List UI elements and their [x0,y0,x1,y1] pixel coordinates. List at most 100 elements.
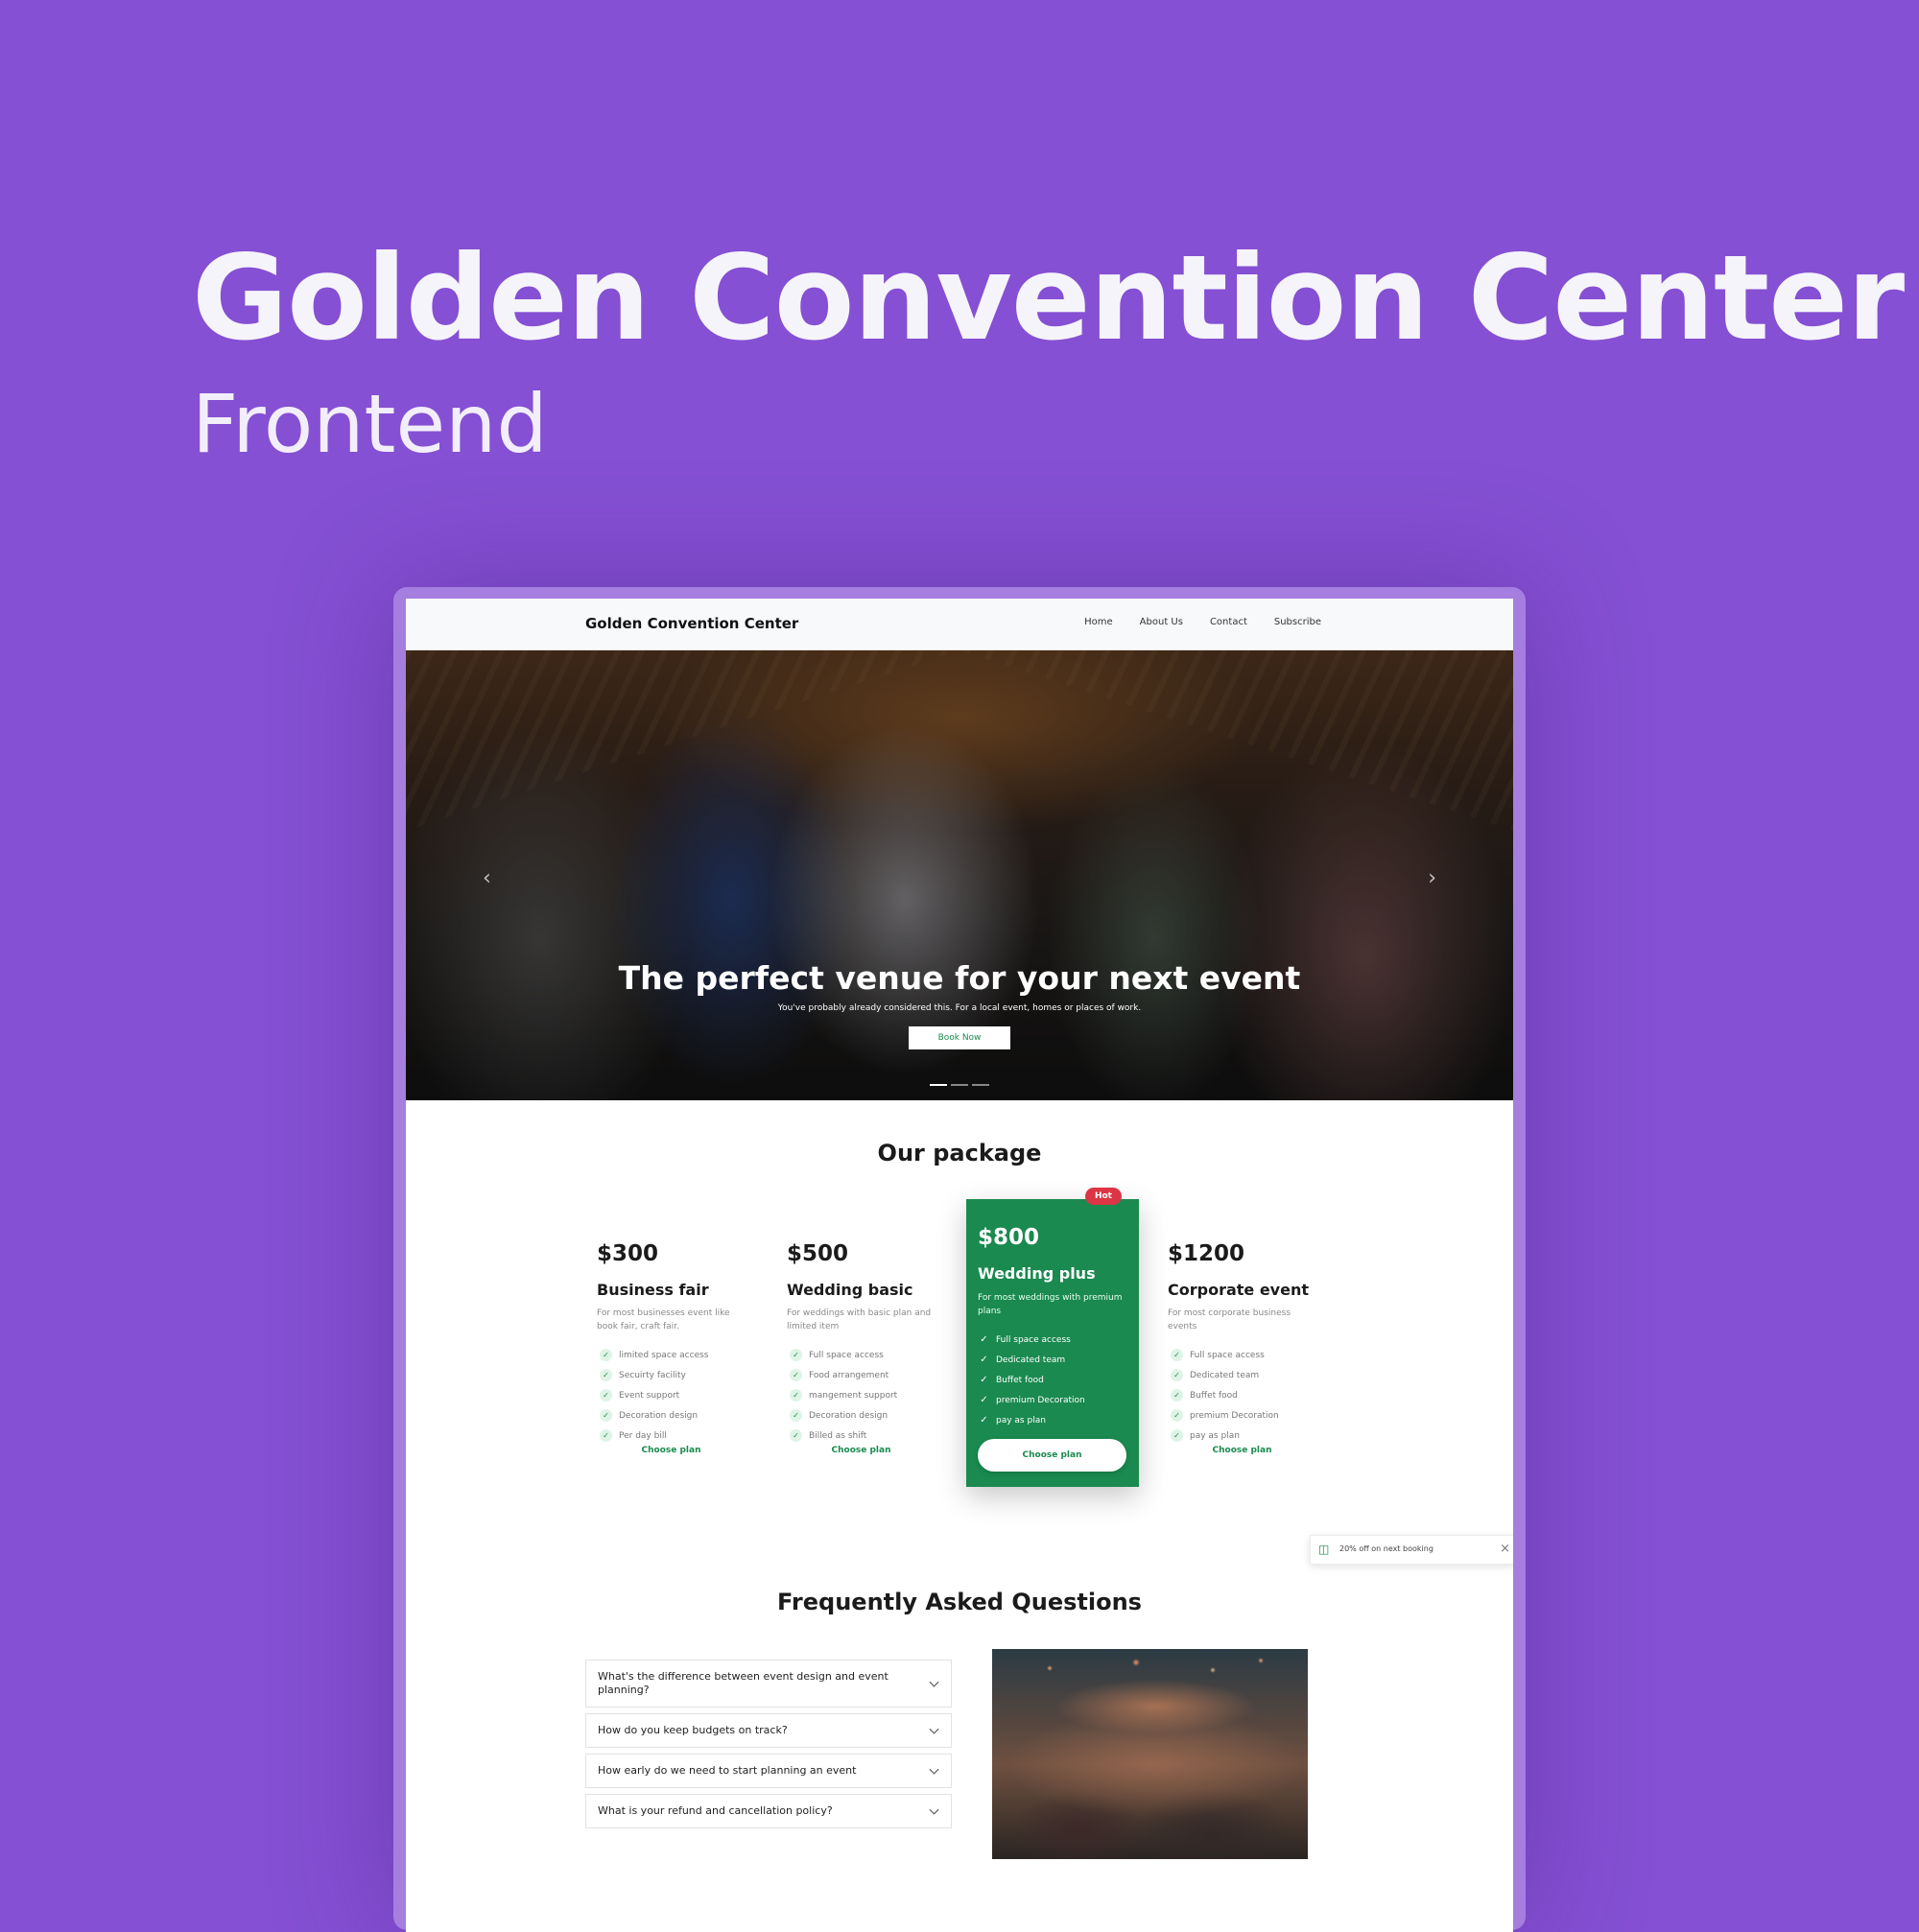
package-name: Corporate event [1168,1281,1309,1299]
nav-link-subscribe[interactable]: Subscribe [1274,617,1321,627]
chevron-down-icon [929,1724,939,1734]
faq-item[interactable]: How early do we need to start planning a… [585,1754,952,1788]
check-icon: ✓ [980,1334,988,1345]
choose-plan-button[interactable]: Choose plan [1168,1446,1316,1455]
package-description: For most corporate business events [1168,1308,1291,1331]
choose-plan-button[interactable]: Choose plan [787,1446,936,1455]
package-name: Wedding plus [978,1264,1096,1283]
package-features: ✓ Full space access ✓ Dedicated team ✓ Buff… [978,1330,1085,1430]
check-icon: ✓ [600,1349,612,1361]
faq-question: How early do we need to start planning a… [598,1764,857,1777]
close-icon[interactable]: × [1500,1542,1510,1556]
hot-badge: Hot [1084,1188,1122,1205]
check-icon: ✓ [790,1369,802,1381]
feature-item: ✓ Dedicated team [1168,1365,1279,1385]
check-icon: ✓ [790,1429,802,1442]
check-icon: ✓ [1171,1429,1183,1442]
faq-question: How do you keep budgets on track? [598,1724,788,1736]
faq-accordion: What's the difference between event desi… [585,1660,952,1834]
feature-item: ✓ pay as plan [1168,1425,1279,1446]
feature-item: ✓ Buffet food [978,1370,1085,1390]
package-features: ✓ limited space access ✓ Secuirty facility… [597,1345,709,1446]
choose-plan-button[interactable]: Choose plan [978,1439,1126,1472]
feature-item: ✓ Secuirty facility [597,1365,709,1385]
feature-item: ✓ mangement support [787,1385,897,1405]
feature-item: ✓ Food arrangement [787,1365,897,1385]
chevron-left-icon[interactable]: ‹ [483,866,491,890]
nav-link-home[interactable]: Home [1084,617,1113,627]
choose-plan-button[interactable]: Choose plan [597,1446,746,1455]
feature-item: ✓ Dedicated team [978,1350,1085,1370]
package-name: Wedding basic [787,1281,913,1299]
check-icon: ✓ [980,1375,988,1385]
package-card-business-fair: $300 Business fair For most businesses e… [585,1201,758,1489]
package-price: $300 [597,1241,659,1266]
discount-toast: ◫ 20% off on next booking × [1310,1535,1513,1565]
package-card-wedding-plus: Hot $800 Wedding plus For most weddings … [966,1188,1139,1487]
feature-item: ✓ Buffet food [1168,1385,1279,1405]
chevron-down-icon [929,1804,939,1815]
check-icon: ✓ [1171,1389,1183,1402]
carousel-indicator-3[interactable] [972,1084,989,1086]
feature-item: ✓ Full space access [787,1345,897,1365]
nav-link-contact[interactable]: Contact [1210,617,1247,627]
package-description: For most businesses event like book fair… [597,1308,730,1331]
package-price: $800 [978,1225,1040,1250]
check-icon: ✓ [600,1409,612,1422]
carousel-indicator-1[interactable] [930,1084,947,1086]
faq-title: Frequently Asked Questions [777,1589,1142,1615]
package-description: For weddings with basic plan and limited… [787,1308,932,1331]
feature-item: ✓ Event support [597,1385,709,1405]
check-icon: ✓ [980,1395,988,1405]
website-preview: Golden Convention Center Home About Us C… [406,599,1513,1932]
carousel-indicators [930,1084,989,1086]
brand-logo[interactable]: Golden Convention Center [585,615,798,632]
feature-item: ✓ Per day bill [597,1425,709,1446]
hero-title: The perfect venue for your next event [618,959,1301,997]
check-icon: ✓ [600,1369,612,1381]
feature-item: ✓ Full space access [1168,1345,1279,1365]
feature-item: ✓ premium Decoration [978,1390,1084,1410]
feature-item: ✓ limited space access [597,1345,709,1365]
feature-item: ✓ premium Decoration [1168,1405,1279,1425]
check-icon: ✓ [980,1355,988,1365]
promo-subtitle: Frontend [192,377,548,471]
navbar: Golden Convention Center Home About Us C… [406,599,1513,650]
gift-icon: ◫ [1318,1543,1330,1556]
nav-links: Home About Us Contact Subscribe [1084,617,1321,627]
faq-item[interactable]: What's the difference between event desi… [585,1660,952,1708]
faq-question: What is your refund and cancellation pol… [598,1804,833,1817]
check-icon: ✓ [790,1389,802,1402]
feature-item: ✓ Billed as shift [787,1425,897,1446]
toast-message: 20% off on next booking [1339,1544,1433,1553]
check-icon: ✓ [790,1349,802,1361]
faq-item[interactable]: How do you keep budgets on track? [585,1713,952,1748]
faq-question: What's the difference between event desi… [598,1670,888,1696]
package-features: ✓ Full space access ✓ Dedicated team ✓ Buff… [1168,1345,1279,1446]
chevron-down-icon [929,1764,939,1775]
package-price: $1200 [1168,1241,1245,1266]
hero-text: You've probably already considered this.… [777,1003,1142,1013]
chevron-right-icon[interactable]: › [1428,866,1436,890]
check-icon: ✓ [1171,1409,1183,1422]
package-price: $500 [787,1241,849,1266]
hero-carousel: ‹ › The perfect venue for your next even… [406,650,1513,1100]
check-icon: ✓ [980,1415,988,1425]
check-icon: ✓ [600,1429,612,1442]
package-name: Business fair [597,1281,709,1299]
package-features: ✓ Full space access ✓ Food arrangement ✓ ma… [787,1345,897,1446]
promo-title: Golden Convention Center [192,230,1905,366]
packages-list: $300 Business fair For most businesses e… [585,1188,1329,1489]
feature-item: ✓ Decoration design [787,1405,897,1425]
check-icon: ✓ [790,1409,802,1422]
package-card-wedding-basic: $500 Wedding basic For weddings with bas… [775,1201,948,1489]
faq-item[interactable]: What is your refund and cancellation pol… [585,1794,952,1828]
feature-item: ✓ pay as plan [978,1410,1085,1430]
feature-item: ✓ Full space access [978,1330,1085,1350]
concert-crowd-image [992,1649,1308,1859]
check-icon: ✓ [600,1389,612,1402]
carousel-indicator-2[interactable] [951,1084,968,1086]
check-icon: ✓ [1171,1369,1183,1381]
nav-link-about[interactable]: About Us [1140,617,1183,627]
book-now-button[interactable]: Book Now [909,1026,1010,1049]
